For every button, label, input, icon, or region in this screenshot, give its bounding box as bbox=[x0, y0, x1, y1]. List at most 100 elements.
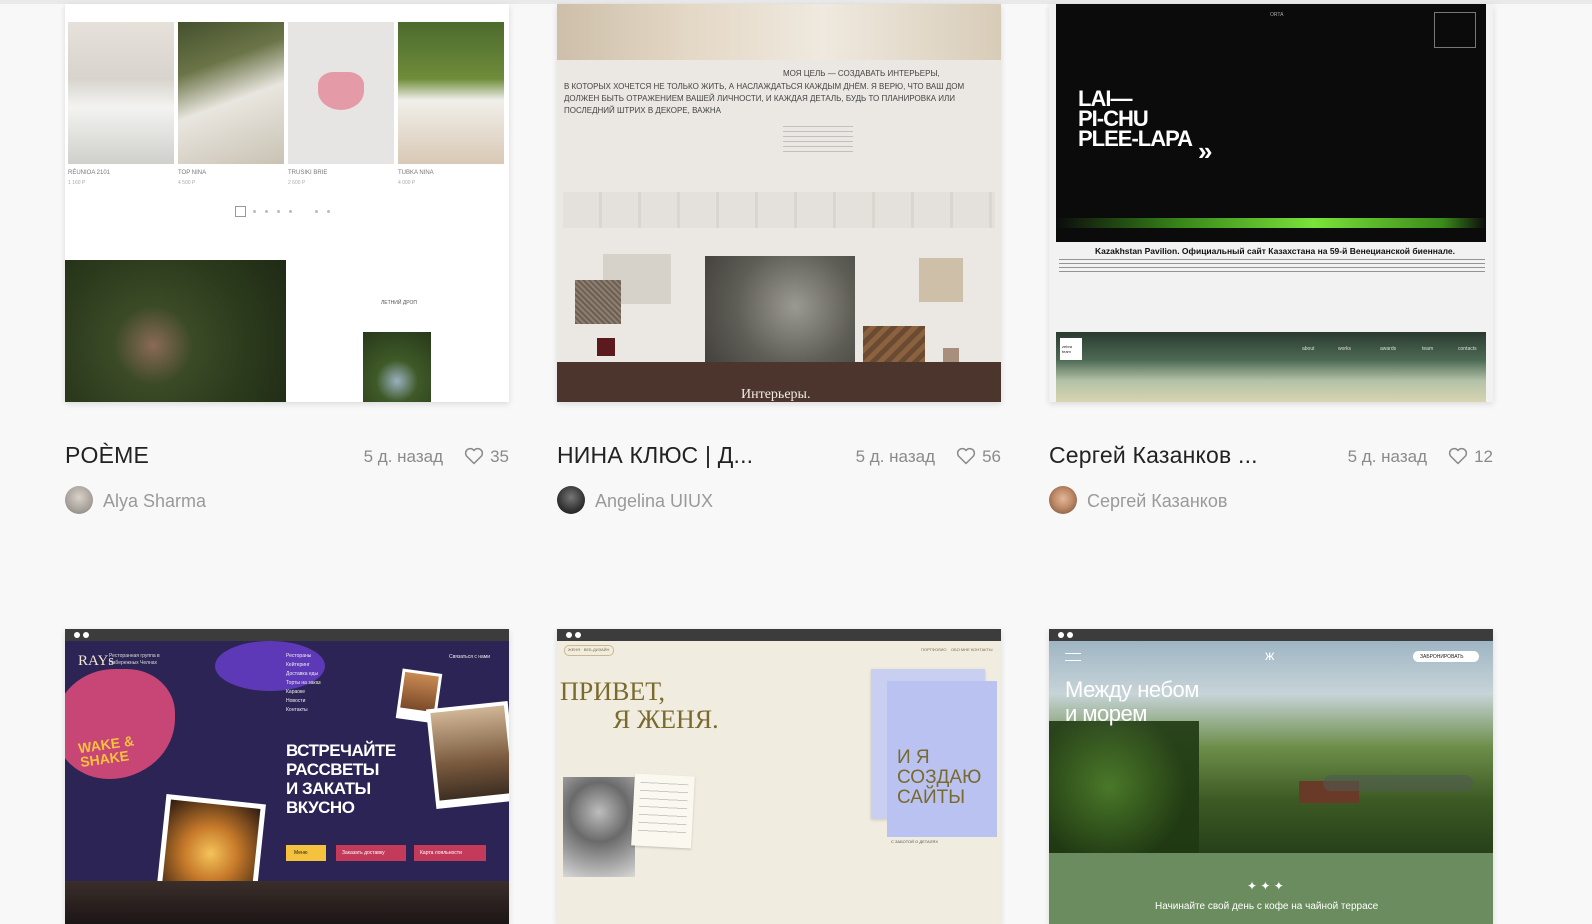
project-card[interactable]: RÉUNIOA 2101 TOP NINA TRUSIKI BRIE TUBKA… bbox=[65, 4, 509, 524]
project-card[interactable]: ж ЗАБРОНИРОВАТЬ Между небом и морем ✦ ✦ … bbox=[1049, 629, 1493, 924]
book-label: ЗАБРОНИРОВАТЬ bbox=[1420, 654, 1464, 660]
avatar bbox=[65, 486, 93, 514]
thumbnail-strip bbox=[563, 192, 995, 228]
like-count: 56 bbox=[982, 447, 1001, 466]
menu-item[interactable]: Кейтеринг bbox=[286, 662, 310, 668]
badge-label: zebra team bbox=[1062, 344, 1073, 354]
project-card[interactable]: RAYs Ресторанная группа в Набережных Чел… bbox=[65, 629, 509, 924]
description bbox=[1059, 259, 1485, 273]
nav-link[interactable]: КОНТАКТЫ bbox=[971, 647, 993, 652]
product-name: TUBKA NINA bbox=[398, 170, 434, 176]
headline: ВКУСНО bbox=[286, 798, 355, 817]
browser-bar bbox=[65, 629, 509, 641]
project-thumbnail[interactable]: ЖЕНЯ · ВЕБ-ДИЗАЙН ПОРТФОЛИО ОБО МНЕ КОНТ… bbox=[557, 629, 1001, 924]
star-icon: ✦ ✦ ✦ bbox=[1247, 879, 1284, 893]
bottom-photo bbox=[65, 881, 509, 924]
photo-card bbox=[425, 700, 509, 810]
greeting: ПРИВЕТ, bbox=[560, 677, 666, 706]
product-image bbox=[178, 22, 284, 164]
like-button[interactable]: 56 bbox=[956, 447, 1001, 470]
button-label: Карта лояльности bbox=[420, 850, 462, 856]
project-thumbnail[interactable]: ORTA LAI— PI-CHU PLEE-LAPA » Kazakhstan … bbox=[1049, 4, 1493, 402]
nav-link[interactable]: awards bbox=[1380, 346, 1396, 352]
logo-icon[interactable]: ж bbox=[1265, 647, 1274, 663]
note-text: СОЗДАЮ bbox=[897, 767, 982, 788]
caption: Kazakhstan Pavilion. Официальный сайт Ка… bbox=[1095, 246, 1455, 256]
menu-item[interactable]: Караоке bbox=[286, 689, 305, 695]
delivery-button[interactable]: Заказать доставку bbox=[336, 845, 406, 861]
note-text: САЙТЫ bbox=[897, 787, 966, 808]
avatar bbox=[1049, 486, 1077, 514]
button-label: Заказать доставку bbox=[342, 850, 385, 856]
nav-link[interactable]: contacts bbox=[1458, 346, 1477, 352]
project-title[interactable]: POÈME bbox=[65, 442, 315, 469]
menu-item[interactable]: Контакты bbox=[286, 707, 308, 713]
loyalty-button[interactable]: Карта лояльности bbox=[414, 845, 486, 861]
menu-item[interactable]: Доставка еды bbox=[286, 671, 318, 677]
project-title[interactable]: Сергей Казанков ... bbox=[1049, 442, 1299, 469]
author-name: Сергей Казанков bbox=[1087, 491, 1228, 511]
headline: Между небом bbox=[1065, 677, 1199, 702]
tagline: Ресторанная группа в Набережных Челнах bbox=[109, 653, 160, 666]
project-thumbnail[interactable]: RÉUNIOA 2101 TOP NINA TRUSIKI BRIE TUBKA… bbox=[65, 4, 509, 402]
menu-item[interactable]: Рестораны bbox=[286, 653, 311, 659]
project-card[interactable]: МОЯ ЦЕЛЬ — СОЗДАВАТЬ ИНТЕРЬЕРЫ, В КОТОРЫ… bbox=[557, 4, 1001, 524]
product-price: 1 160 Р bbox=[68, 180, 86, 186]
headline: ВСТРЕЧАЙТЕ bbox=[286, 741, 396, 760]
brand-label: ORTA bbox=[1270, 12, 1284, 18]
menu-icon[interactable] bbox=[1065, 653, 1081, 661]
pagination bbox=[235, 206, 335, 218]
info-box bbox=[1434, 12, 1476, 48]
body-text bbox=[783, 126, 853, 156]
like-count: 35 bbox=[490, 447, 509, 466]
nav-link[interactable]: works bbox=[1338, 346, 1351, 352]
hero-photo bbox=[557, 4, 1001, 60]
browser-bar bbox=[1049, 629, 1493, 641]
headline: В КОТОРЫХ ХОЧЕТСЯ НЕ ТОЛЬКО ЖИТЬ, А НАСЛ… bbox=[564, 82, 965, 91]
like-count: 12 bbox=[1474, 447, 1493, 466]
nav-link[interactable]: ПОРТФОЛИО bbox=[921, 647, 947, 652]
menu-item[interactable]: Торты на заказ bbox=[286, 680, 321, 686]
progress-line bbox=[1056, 218, 1486, 228]
chevron-right-icon: » bbox=[1198, 136, 1213, 166]
project-card[interactable]: ЖЕНЯ · ВЕБ-ДИЗАЙН ПОРТФОЛИО ОБО МНЕ КОНТ… bbox=[557, 629, 1001, 924]
posted-time: 5 д. назад bbox=[855, 447, 935, 466]
heart-icon bbox=[1448, 447, 1468, 470]
product-name: RÉUNIOA 2101 bbox=[68, 170, 111, 176]
like-button[interactable]: 12 bbox=[1448, 447, 1493, 470]
nav-link[interactable]: about bbox=[1302, 346, 1315, 352]
contact-link[interactable]: Связаться с нами bbox=[449, 654, 490, 660]
tag-label: ЖЕНЯ · ВЕБ-ДИЗАЙН bbox=[568, 647, 610, 652]
info-pill bbox=[1323, 775, 1473, 791]
button-label: Меню bbox=[294, 850, 308, 856]
product-image bbox=[398, 22, 504, 164]
footer-text: Начинайте свой день с кофе на чайной тер… bbox=[1155, 901, 1379, 912]
sub-label: С ЗАБОТОЙ О ДЕТАЛЯХ bbox=[891, 839, 938, 844]
project-card[interactable]: ORTA LAI— PI-CHU PLEE-LAPA » Kazakhstan … bbox=[1049, 4, 1493, 524]
heart-icon bbox=[464, 447, 484, 470]
browser-bar bbox=[557, 629, 1001, 641]
heart-icon bbox=[956, 447, 976, 470]
product-price: 4 000 Р bbox=[398, 180, 416, 186]
card-meta: Сергей Казанков ... 5 д. назад 12 Сергей… bbox=[1049, 438, 1493, 514]
hero-photo bbox=[65, 260, 286, 402]
product-name: TRUSIKI BRIE bbox=[288, 170, 328, 176]
like-button[interactable]: 35 bbox=[464, 447, 509, 470]
nav-link[interactable]: team bbox=[1422, 346, 1433, 352]
nav-link[interactable]: ОБО МНЕ bbox=[951, 647, 970, 652]
tag-pill: ЖЕНЯ · ВЕБ-ДИЗАЙН bbox=[564, 645, 614, 656]
card-meta: POÈME 5 д. назад 35 Alya Sharma bbox=[65, 438, 509, 514]
project-title[interactable]: НИНА КЛЮС | Д... bbox=[557, 442, 807, 469]
product-image bbox=[288, 22, 394, 164]
paper-note bbox=[631, 773, 695, 849]
menu-item[interactable]: Новости bbox=[286, 698, 305, 704]
author-name: Angelina UIUX bbox=[595, 491, 714, 511]
product-price: 2 600 Р bbox=[288, 180, 306, 186]
project-thumbnail[interactable]: RAYs Ресторанная группа в Набережных Чел… bbox=[65, 629, 509, 924]
project-thumbnail[interactable]: МОЯ ЦЕЛЬ — СОЗДАВАТЬ ИНТЕРЬЕРЫ, В КОТОРЫ… bbox=[557, 4, 1001, 402]
portrait-photo bbox=[563, 777, 635, 877]
book-button[interactable]: ЗАБРОНИРОВАТЬ bbox=[1413, 651, 1479, 662]
menu-button[interactable]: Меню bbox=[286, 845, 326, 861]
card-meta: НИНА КЛЮС | Д... 5 д. назад 56 Angelina … bbox=[557, 438, 1001, 514]
project-thumbnail[interactable]: ж ЗАБРОНИРОВАТЬ Между небом и морем ✦ ✦ … bbox=[1049, 629, 1493, 924]
